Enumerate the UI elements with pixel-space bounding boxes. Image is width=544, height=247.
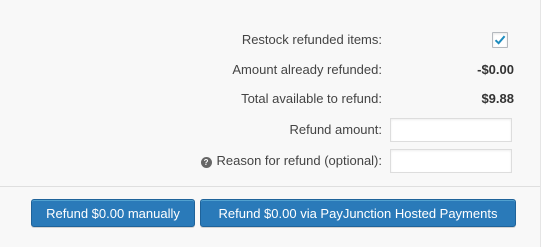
refund-manually-button[interactable]: Refund $0.00 manually xyxy=(31,199,195,227)
refund-via-gateway-button[interactable]: Refund $0.00 via PayJunction Hosted Paym… xyxy=(200,199,516,227)
available-label: Total available to refund: xyxy=(241,91,382,106)
refund-totals: Restock refunded items: Amount already r… xyxy=(0,0,540,186)
restock-row: Restock refunded items: xyxy=(0,28,540,52)
already-refunded-value: -$0.00 xyxy=(477,62,514,77)
refund-reason-label-wrap: ? Reason for refund (optional): xyxy=(200,149,382,173)
refund-amount-input[interactable] xyxy=(390,118,512,142)
available-value: $9.88 xyxy=(481,91,514,106)
refund-amount-label: Refund amount: xyxy=(289,122,382,137)
refund-reason-input[interactable] xyxy=(390,149,512,173)
restock-label: Restock refunded items: xyxy=(241,32,382,47)
already-refunded-row: Amount already refunded: -$0.00 xyxy=(0,58,540,82)
divider xyxy=(0,186,540,187)
checkmark-icon xyxy=(494,35,506,45)
restock-checkbox[interactable] xyxy=(492,32,508,48)
refund-reason-label: Reason for refund (optional): xyxy=(216,153,382,168)
already-refunded-label: Amount already refunded: xyxy=(232,62,382,77)
available-row: Total available to refund: $9.88 xyxy=(0,87,540,111)
help-icon[interactable]: ? xyxy=(200,157,212,168)
refund-panel: Restock refunded items: Amount already r… xyxy=(0,0,541,247)
